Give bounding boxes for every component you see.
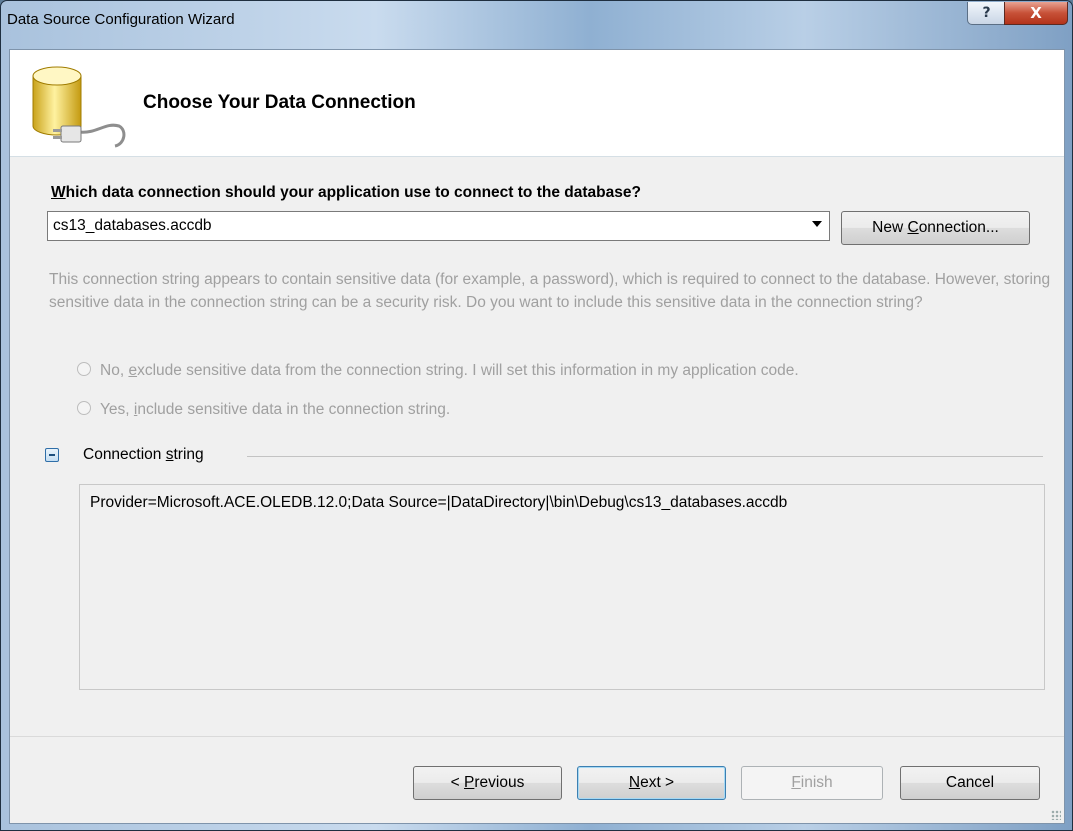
footer-divider (10, 736, 1064, 737)
sensitive-data-notice: This connection string appears to contai… (49, 271, 1051, 311)
dialog-client-area: Choose Your Data Connection Which data c… (9, 49, 1065, 824)
new-connection-button[interactable]: New Connection... (841, 211, 1030, 245)
title-bar[interactable]: Data Source Configuration Wizard ? X (1, 1, 1072, 49)
radio-exclude-sensitive[interactable]: No, exclude sensitive data from the conn… (77, 362, 799, 380)
next-button[interactable]: Next > (577, 766, 726, 800)
wizard-window: Data Source Configuration Wizard ? X Cho… (0, 0, 1073, 831)
database-plug-icon (32, 66, 126, 148)
radio-button-icon[interactable] (77, 401, 91, 415)
close-icon: X (1030, 4, 1042, 22)
close-button[interactable]: X (1004, 2, 1068, 25)
connection-string-value: Provider=Microsoft.ACE.OLEDB.12.0;Data S… (90, 494, 788, 511)
section-divider (247, 456, 1043, 457)
help-icon: ? (982, 5, 991, 21)
connection-string-box[interactable]: Provider=Microsoft.ACE.OLEDB.12.0;Data S… (79, 484, 1045, 690)
window-title: Data Source Configuration Wizard (7, 11, 235, 28)
finish-button[interactable]: Finish (741, 766, 883, 800)
radio-include-sensitive[interactable]: Yes, include sensitive data in the conne… (77, 401, 450, 419)
connection-string-label: Connection string (83, 446, 204, 463)
help-button[interactable]: ? (967, 2, 1006, 25)
cancel-button[interactable]: Cancel (900, 766, 1040, 800)
previous-button[interactable]: < Previous (413, 766, 562, 800)
page-title: Choose Your Data Connection (143, 92, 416, 113)
chevron-down-icon[interactable] (812, 221, 822, 227)
resize-grip-icon[interactable] (1051, 810, 1061, 820)
radio-button-icon[interactable] (77, 362, 91, 376)
connection-question-label: Which data connection should your applic… (51, 184, 641, 201)
connection-select[interactable]: cs13_databases.accdb (47, 211, 830, 241)
collapse-icon[interactable] (45, 448, 59, 462)
wizard-header: Choose Your Data Connection (10, 50, 1064, 157)
connection-select-value: cs13_databases.accdb (53, 217, 212, 234)
